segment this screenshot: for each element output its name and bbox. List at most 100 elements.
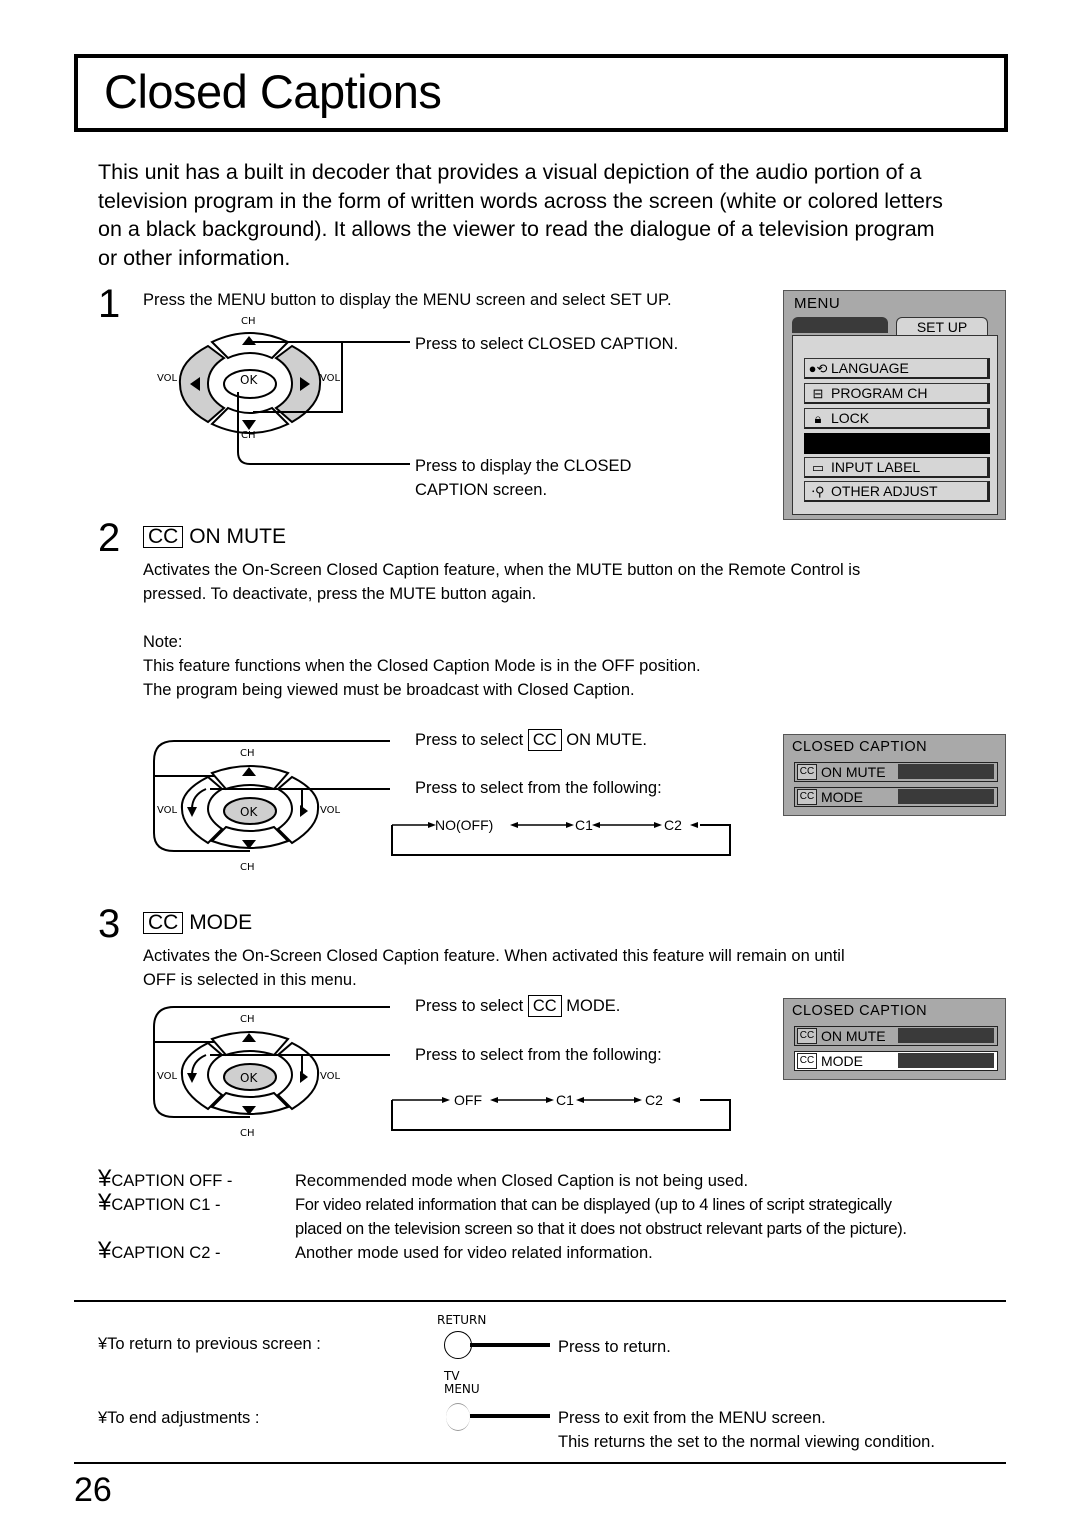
- menu-item-input-label[interactable]: ▭ INPUT LABEL: [804, 457, 990, 478]
- return-instruction: ¥To return to previous screen :: [98, 1335, 321, 1353]
- step2-callout-select: Press to select CC ON MUTE.: [415, 729, 647, 751]
- end-instruction: ¥To end adjustments :: [98, 1409, 260, 1427]
- cc-icon: CC: [797, 789, 817, 805]
- cycle-option-c2: C2: [645, 1092, 663, 1108]
- dpad-left-button[interactable]: [180, 775, 224, 845]
- step2-callout-options: Press to select from the following:: [415, 779, 662, 797]
- vol-left-label: VOL: [157, 1071, 178, 1082]
- page-number: 26: [74, 1471, 112, 1509]
- step2-desc-line2: pressed. To deactivate, press the MUTE b…: [143, 585, 537, 603]
- vol-left-label: VOL: [157, 805, 178, 816]
- closed-caption-screen: CLOSED CAPTION CC ON MUTE CC MODE: [783, 734, 1006, 816]
- note-label: Note:: [143, 633, 183, 651]
- menu-tab-set-up[interactable]: SET UP: [896, 317, 988, 336]
- return-desc: Press to return.: [558, 1338, 671, 1356]
- osd-row-on-mute[interactable]: CC ON MUTE: [794, 1026, 998, 1046]
- page-title: Closed Captions: [104, 65, 442, 118]
- osd-row-mode[interactable]: CC MODE: [794, 787, 998, 807]
- step2-desc-line1: Activates the On-Screen Closed Caption f…: [143, 561, 861, 579]
- osd-title: CLOSED CAPTION: [792, 1003, 928, 1019]
- menu-tab-inactive[interactable]: [792, 317, 888, 333]
- callout-select-closed-caption: Press to select CLOSED CAPTION.: [415, 335, 679, 353]
- ch-down-label: CH: [240, 862, 255, 873]
- cc-icon: CC: [797, 764, 817, 780]
- cycle-option-c1: C1: [556, 1092, 574, 1108]
- mode-desc-c2: Another mode used for video related info…: [295, 1244, 653, 1262]
- note-line2: The program being viewed must be broadca…: [143, 681, 635, 699]
- cycle-option-c1: C1: [575, 817, 593, 833]
- step-number-1: 1: [98, 282, 121, 326]
- vol-right-label: VOL: [320, 373, 341, 384]
- program-ch-icon: ⊟: [812, 386, 824, 401]
- callout-display-line2: CAPTION screen.: [415, 481, 548, 499]
- cycle-option-off: OFF: [454, 1092, 482, 1108]
- end-desc-line1: Press to exit from the MENU screen.: [558, 1409, 826, 1427]
- cc-icon: CC: [797, 1028, 817, 1044]
- step2-heading: CC ON MUTE: [143, 524, 286, 550]
- dpad-right-button[interactable]: [276, 1041, 320, 1111]
- return-leader-line: [470, 1343, 550, 1347]
- dpad-left-button[interactable]: [178, 344, 226, 424]
- dpad-right-button[interactable]: [276, 775, 320, 845]
- intro-paragraph: This unit has a built in decoder that pr…: [98, 160, 943, 270]
- callout-display-line1: Press to display the CLOSED: [415, 457, 632, 475]
- menu-item-closed-caption-highlighted[interactable]: [804, 433, 990, 454]
- menu-item-language[interactable]: ●⟲ LANGUAGE: [804, 358, 990, 379]
- step1-text: Press the MENU button to display the MEN…: [143, 291, 672, 309]
- cc-icon: CC: [527, 729, 562, 751]
- dpad-left-button[interactable]: [180, 1041, 224, 1111]
- menu-item-lock[interactable]: 🔒︎ LOCK: [804, 408, 990, 429]
- lock-icon: 🔒︎: [814, 411, 822, 426]
- ch-up-label: CH: [240, 748, 255, 759]
- cycle-option-c2: C2: [664, 817, 682, 833]
- footer-divider: [74, 1300, 1006, 1302]
- vol-right-label: VOL: [320, 805, 341, 816]
- input-label-icon: ▭: [811, 460, 825, 475]
- mode-value: [898, 789, 994, 804]
- menu-item-program-ch[interactable]: ⊟ PROGRAM CH: [804, 383, 990, 404]
- menu-title: MENU: [794, 295, 841, 312]
- ch-down-label: CH: [240, 1128, 255, 1139]
- page-number-divider: [74, 1462, 1006, 1464]
- tv-menu-button-label: TV MENU: [444, 1369, 480, 1396]
- ch-down-label: CH: [241, 430, 256, 441]
- vol-left-label: VOL: [157, 373, 178, 384]
- ch-up-label: CH: [240, 1014, 255, 1025]
- mode-term-c1: ¥CAPTION C1 -: [98, 1189, 221, 1216]
- note-line1: This feature functions when the Closed C…: [143, 657, 701, 675]
- mode-desc-off: Recommended mode when Closed Caption is …: [295, 1172, 749, 1190]
- menu-item-other-adjust[interactable]: ⸱⚲ OTHER ADJUST: [804, 481, 990, 502]
- menu-screen: MENU SET UP ●⟲ LANGUAGE ⊟ PROGRAM CH 🔒︎ LOC…: [783, 290, 1006, 520]
- mode-term-off: ¥CAPTION OFF -: [98, 1165, 233, 1192]
- mode-value: [898, 1053, 994, 1068]
- step-number-3: 3: [98, 902, 121, 946]
- cc-icon: CC: [527, 995, 562, 1017]
- on-mute-value: [898, 764, 994, 779]
- step-number-2: 2: [98, 516, 121, 560]
- step3-callout-options: Press to select from the following:: [415, 1046, 662, 1064]
- end-desc-line2: This returns the set to the normal viewi…: [558, 1433, 935, 1451]
- remote-dpad-step3: [153, 1006, 390, 1118]
- ok-label: OK: [240, 805, 258, 819]
- cc-icon: CC: [143, 526, 184, 548]
- on-mute-value: [898, 1028, 994, 1043]
- osd-row-mode-selected[interactable]: CC MODE: [794, 1051, 998, 1071]
- vol-right-label: VOL: [320, 1071, 341, 1082]
- ok-label: OK: [240, 373, 258, 387]
- ch-up-label: CH: [241, 316, 256, 327]
- dpad-up-button[interactable]: [210, 332, 290, 360]
- return-button-label: RETURN: [437, 1313, 487, 1327]
- other-adjust-icon: ⸱⚲: [811, 484, 825, 499]
- mode-desc-c1-line2: placed on the television screen so that …: [295, 1220, 907, 1238]
- tv-menu-button[interactable]: [446, 1403, 470, 1431]
- step3-desc-line1: Activates the On-Screen Closed Caption f…: [143, 947, 845, 965]
- osd-title: CLOSED CAPTION: [792, 739, 928, 755]
- return-button[interactable]: [444, 1331, 472, 1359]
- step3-desc-line2: OFF is selected in this menu.: [143, 971, 357, 989]
- language-icon: ●⟲: [808, 361, 828, 376]
- closed-caption-screen: CLOSED CAPTION CC ON MUTE CC MODE: [783, 998, 1006, 1080]
- dpad-right-button[interactable]: [274, 344, 322, 424]
- cycle-option-no-off: NO(OFF): [435, 817, 494, 833]
- cc-icon: CC: [143, 912, 184, 934]
- osd-row-on-mute[interactable]: CC ON MUTE: [794, 762, 998, 782]
